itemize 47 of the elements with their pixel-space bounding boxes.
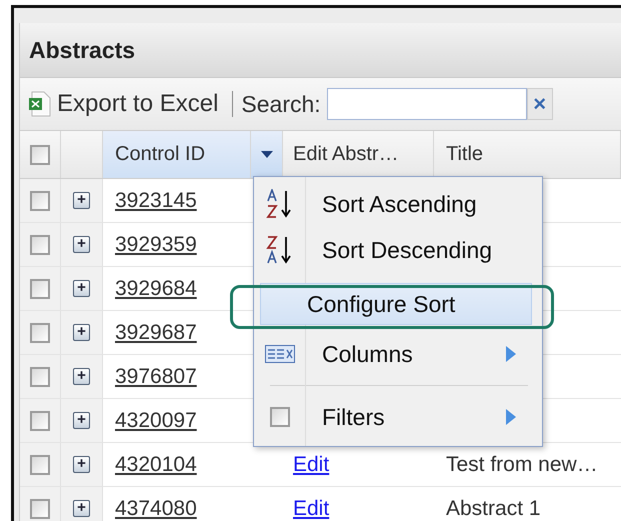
control-id-link[interactable]: 3929687 xyxy=(115,320,197,344)
checkbox[interactable] xyxy=(270,407,290,427)
column-header[interactable]: Control ID xyxy=(103,131,251,178)
search-field[interactable] xyxy=(326,88,527,120)
menu-item[interactable]: Columns xyxy=(254,331,542,377)
submenu-arrow-icon xyxy=(506,409,516,425)
menu-item[interactable]: Sort Ascending xyxy=(254,181,542,227)
edit-link[interactable]: Edit xyxy=(293,496,330,520)
clear-button[interactable]: × xyxy=(526,88,553,120)
expand-button[interactable]: + xyxy=(73,236,90,253)
expand-button[interactable]: + xyxy=(73,368,90,385)
checkbox[interactable] xyxy=(30,498,50,518)
table-cell: Abstract 1 xyxy=(446,496,541,520)
expand-button[interactable]: + xyxy=(73,412,90,429)
expand-button[interactable]: + xyxy=(73,192,90,209)
expand-button[interactable]: + xyxy=(73,324,90,341)
expand-button[interactable]: + xyxy=(73,280,90,297)
checkbox[interactable] xyxy=(30,366,50,386)
search-label: Search: xyxy=(241,90,321,118)
checkbox[interactable] xyxy=(30,454,50,474)
checkbox[interactable] xyxy=(30,190,50,210)
checkbox[interactable] xyxy=(30,144,50,164)
submenu-arrow-icon xyxy=(506,346,516,362)
panel-title: Abstracts xyxy=(29,36,136,64)
menu-item[interactable]: Filters xyxy=(254,394,542,440)
menu-item[interactable]: Configure Sort xyxy=(260,283,532,325)
menu-item[interactable]: Sort Descending xyxy=(254,227,542,273)
control-id-link[interactable]: 4320097 xyxy=(115,408,197,432)
checkbox[interactable] xyxy=(30,278,50,298)
control-id-link[interactable]: 3923145 xyxy=(115,188,197,212)
table-cell: Test from new… xyxy=(446,452,598,476)
checkbox[interactable] xyxy=(30,322,50,342)
columns-icon xyxy=(265,345,295,363)
checkbox[interactable] xyxy=(30,410,50,430)
caret-icon xyxy=(260,151,272,158)
checkbox[interactable] xyxy=(30,234,50,254)
expand-button[interactable]: + xyxy=(73,456,90,473)
control-id-link[interactable]: 4320104 xyxy=(115,452,197,476)
spreadsheet-icon[interactable] xyxy=(29,91,51,117)
dropdown-button[interactable] xyxy=(251,131,283,178)
export-button[interactable]: Export to Excel xyxy=(57,90,218,118)
control-id-link[interactable]: 3976807 xyxy=(115,364,197,388)
edit-link[interactable]: Edit xyxy=(293,452,330,476)
control-id-link[interactable]: 3929684 xyxy=(115,276,197,300)
control-id-link[interactable]: 3929359 xyxy=(115,232,197,256)
control-id-link[interactable]: 4374080 xyxy=(115,496,197,520)
expand-button[interactable]: + xyxy=(73,500,90,517)
